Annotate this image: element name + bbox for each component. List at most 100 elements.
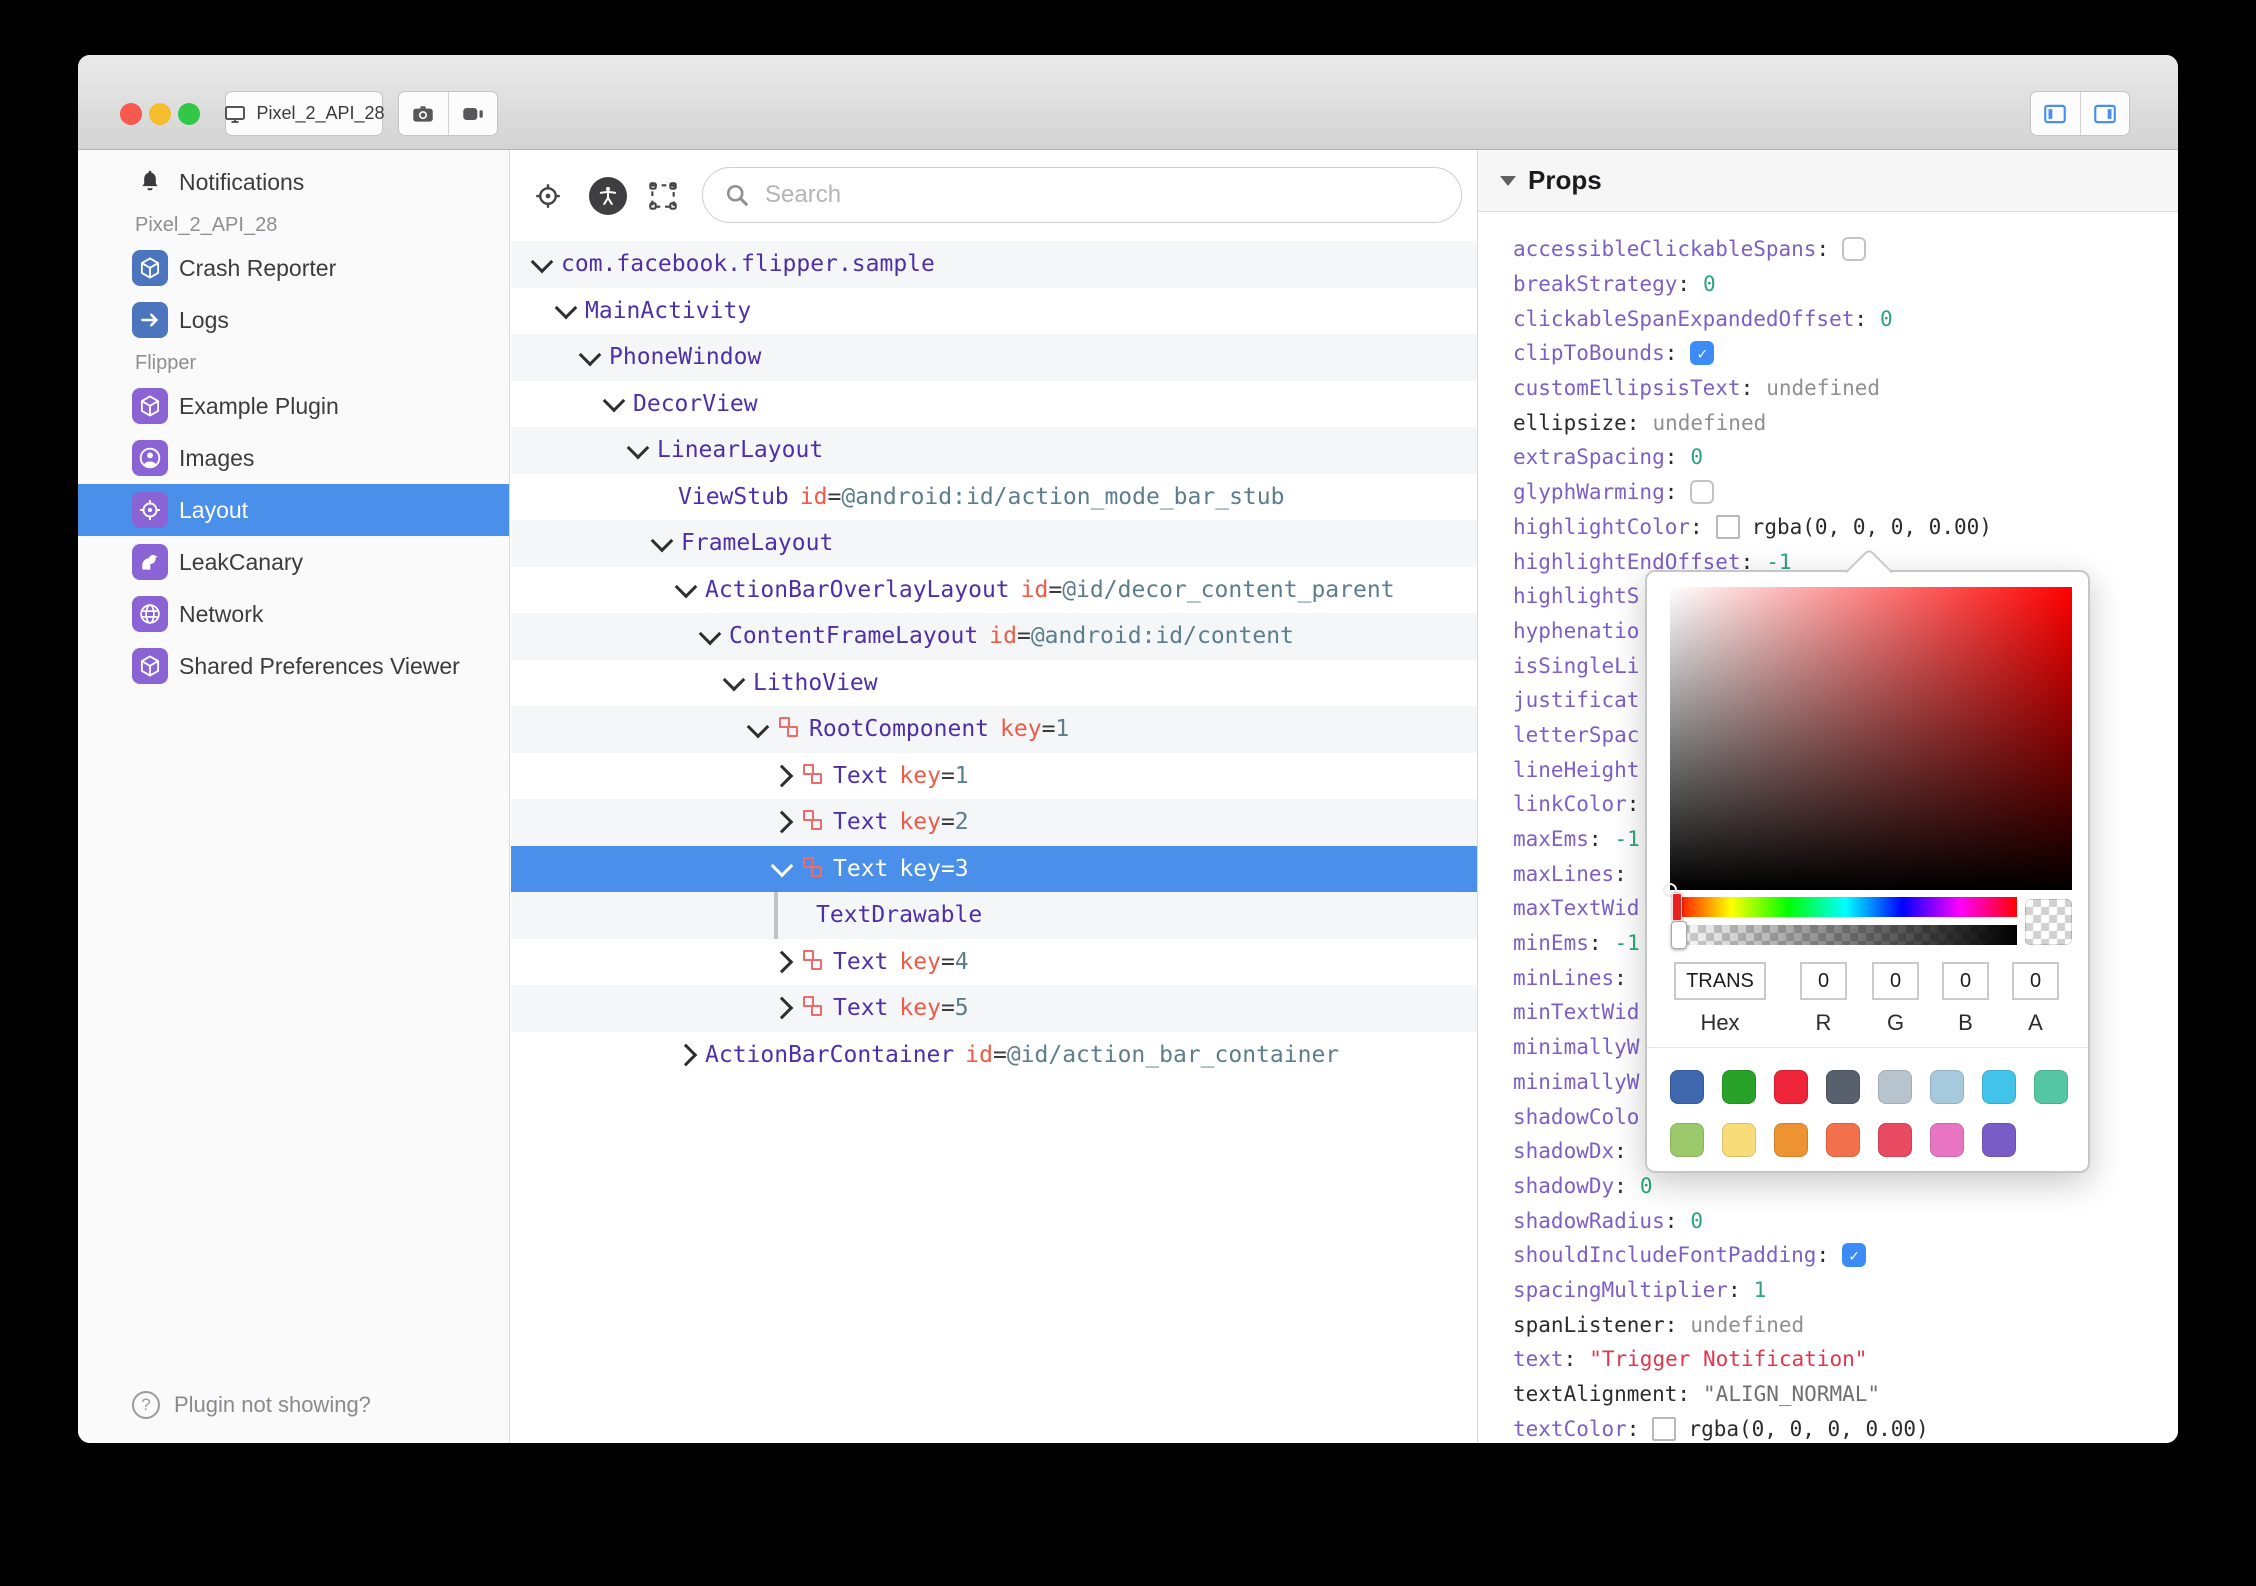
chevron-right-icon[interactable] [770, 764, 794, 788]
chevron-right-icon[interactable] [770, 996, 794, 1020]
sidebar-item-images[interactable]: Images [78, 432, 509, 484]
color-swatch[interactable] [1826, 1123, 1860, 1157]
blue-input[interactable] [1942, 962, 1989, 1000]
alpha-slider-handle[interactable] [1671, 921, 1687, 949]
target-mode-icon[interactable] [533, 181, 563, 211]
color-swatch[interactable] [1878, 1070, 1912, 1104]
alpha-slider[interactable] [1671, 921, 2017, 949]
color-swatch[interactable] [1930, 1123, 1964, 1157]
hue-slider[interactable] [1672, 893, 2017, 921]
zoom-window-button[interactable] [178, 103, 200, 125]
tree-row-com.facebook.flipper.sample[interactable]: com.facebook.flipper.sample [511, 241, 1477, 288]
screen-record-button[interactable] [447, 92, 498, 135]
prop-value-number[interactable]: -1 [1615, 931, 1640, 955]
chevron-down-icon[interactable] [626, 436, 650, 460]
checkbox-checked-icon[interactable]: ✓ [1842, 1243, 1867, 1268]
plugin-help-link[interactable]: ? Plugin not showing? [132, 1391, 371, 1419]
prop-value-number[interactable]: 0 [1690, 1209, 1703, 1233]
toggle-left-sidebar-button[interactable] [2031, 92, 2080, 135]
prop-value-number[interactable]: 1 [1754, 1278, 1767, 1302]
chevron-right-icon[interactable] [770, 810, 794, 834]
prop-label: spacingMultiplier [1513, 1277, 1728, 1302]
prop-value-string: "ALIGN_NORMAL" [1703, 1382, 1881, 1407]
minimize-window-button[interactable] [149, 103, 171, 125]
sidebar-item-notifications[interactable]: Notifications [78, 156, 509, 208]
search-input[interactable] [763, 180, 1441, 210]
sidebar-item-layout[interactable]: Layout [78, 484, 509, 536]
chevron-down-icon[interactable] [722, 668, 746, 692]
screenshot-button[interactable] [399, 92, 448, 135]
color-swatch[interactable] [1722, 1123, 1756, 1157]
prop-value-number[interactable]: 0 [1703, 272, 1716, 296]
tree-row-rootcomponent[interactable]: RootComponent key = 1 [511, 706, 1477, 753]
chevron-right-icon[interactable] [674, 1043, 698, 1067]
chevron-down-icon[interactable] [770, 854, 794, 878]
checkbox-unchecked-icon[interactable] [1842, 237, 1867, 262]
color-swatch[interactable] [1774, 1123, 1808, 1157]
color-swatch[interactable] [1982, 1123, 2016, 1157]
prop-value-number[interactable]: 0 [1690, 445, 1703, 469]
green-input[interactable] [1872, 962, 1919, 1000]
toggle-right-sidebar-button[interactable] [2079, 92, 2130, 135]
tree-row-actionbarcontainer[interactable]: ActionBarContainer id = @id/action_bar_cont… [511, 1032, 1477, 1079]
chevron-down-icon[interactable] [578, 343, 602, 367]
tree-row-text[interactable]: Text key = 4 [511, 939, 1477, 986]
prop-value-number[interactable]: -1 [1615, 827, 1640, 851]
chevron-down-icon[interactable] [602, 389, 626, 413]
tree-row-viewstub[interactable]: ViewStub id = @android:id/action_mode_bar_s… [511, 474, 1477, 521]
chevron-down-icon[interactable] [650, 529, 674, 553]
sidebar-item-logs[interactable]: Logs [78, 294, 509, 346]
chevron-down-icon[interactable] [554, 296, 578, 320]
chevron-down-icon[interactable] [530, 250, 554, 274]
color-swatch[interactable] [1982, 1070, 2016, 1104]
color-swatch[interactable] [1774, 1070, 1808, 1104]
color-swatch[interactable] [1878, 1123, 1912, 1157]
select-element-icon[interactable] [647, 180, 679, 212]
alpha-input[interactable] [2012, 962, 2059, 1000]
hex-input[interactable] [1674, 962, 1766, 1000]
color-chip[interactable] [1715, 514, 1740, 539]
close-window-button[interactable] [120, 103, 142, 125]
hue-slider-handle[interactable] [1672, 893, 1682, 921]
prop-value-number[interactable]: 0 [1640, 1174, 1653, 1198]
red-input[interactable] [1800, 962, 1847, 1000]
tree-row-textdrawable[interactable]: TextDrawable [511, 892, 1477, 939]
tree-row-actionbaroverlaylayout[interactable]: ActionBarOverlayLayout id = @id/decor_conte… [511, 567, 1477, 614]
tree-row-phonewindow[interactable]: PhoneWindow [511, 334, 1477, 381]
tree-row-text[interactable]: Text key = 2 [511, 799, 1477, 846]
color-swatch[interactable] [1670, 1123, 1704, 1157]
tree-row-decorview[interactable]: DecorView [511, 381, 1477, 428]
sidebar-item-example-plugin[interactable]: Example Plugin [78, 380, 509, 432]
sidebar-item-leakcanary[interactable]: LeakCanary [78, 536, 509, 588]
checkbox-checked-icon[interactable]: ✓ [1690, 341, 1715, 366]
tree-row-linearlayout[interactable]: LinearLayout [511, 427, 1477, 474]
checkbox-unchecked-icon[interactable] [1690, 480, 1715, 505]
tree-row-contentframelayout[interactable]: ContentFrameLayout id = @android:id/content [511, 613, 1477, 660]
tree-row-mainactivity[interactable]: MainActivity [511, 288, 1477, 335]
tree-row-lithoview[interactable]: LithoView [511, 660, 1477, 707]
chevron-down-icon[interactable] [698, 622, 722, 646]
color-swatch[interactable] [1722, 1070, 1756, 1104]
tree-row-text[interactable]: Text key = 3 [511, 845, 1477, 892]
saturation-value-gradient[interactable] [1663, 587, 2072, 897]
chevron-down-icon[interactable] [746, 715, 770, 739]
props-header[interactable]: Props [1478, 150, 2178, 212]
sidebar-item-network[interactable]: Network [78, 588, 509, 640]
tree-row-text[interactable]: Text key = 1 [511, 753, 1477, 800]
prop-value-string[interactable]: "Trigger Notification" [1589, 1347, 1867, 1371]
prop-value-number[interactable]: 0 [1880, 307, 1893, 331]
color-swatch[interactable] [2034, 1070, 2068, 1104]
sidebar-item-label: Crash Reporter [179, 254, 337, 281]
chevron-right-icon[interactable] [770, 950, 794, 974]
color-chip[interactable] [1652, 1416, 1677, 1441]
color-swatch[interactable] [1930, 1070, 1964, 1104]
sidebar-item-shared-preferences-viewer[interactable]: Shared Preferences Viewer [78, 640, 509, 692]
sidebar-item-crash-reporter[interactable]: Crash Reporter [78, 242, 509, 294]
chevron-down-icon[interactable] [674, 575, 698, 599]
accessibility-mode-icon[interactable] [589, 176, 627, 215]
tree-row-framelayout[interactable]: FrameLayout [511, 520, 1477, 567]
tree-row-text[interactable]: Text key = 5 [511, 985, 1477, 1032]
color-swatch[interactable] [1670, 1070, 1704, 1104]
color-swatch[interactable] [1826, 1070, 1860, 1104]
device-selector-button[interactable]: Pixel_2_API_28 [225, 91, 385, 136]
